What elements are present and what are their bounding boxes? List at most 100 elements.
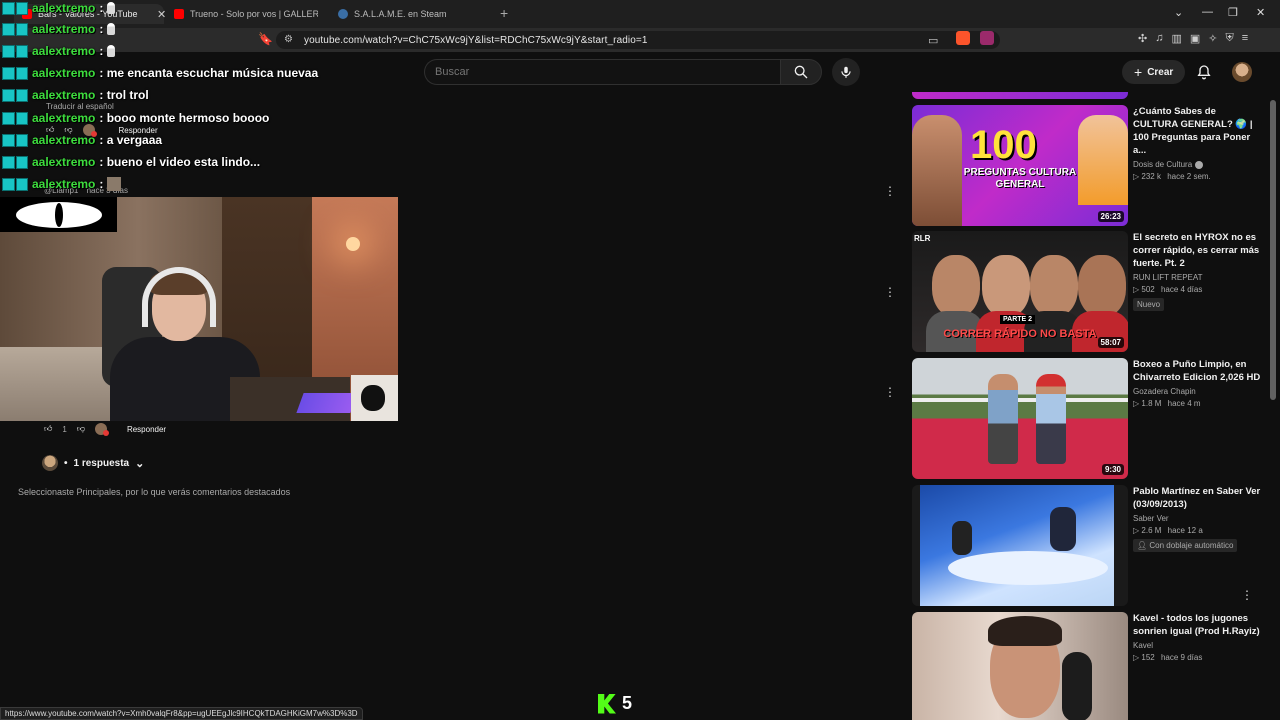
chat-username: aalextremo: [32, 22, 96, 36]
chat-badge-icon: [2, 66, 28, 80]
chat-badge-icon: [2, 1, 28, 15]
chat-text: : me encanta escuchar música nuevaa: [99, 66, 319, 80]
chat-text: : trol trol: [99, 88, 149, 102]
chat-text: : bueno el video esta lindo...: [99, 155, 261, 169]
dubbing-person-icon: 👤︎: [1137, 541, 1148, 550]
site-info-icon[interactable]: ⚙: [284, 34, 293, 45]
video-thumbnail[interactable]: 9:30: [912, 358, 1128, 479]
recommendation-item[interactable]: Pablo Martínez en Saber Ver (03/09/2013)…: [912, 485, 1267, 606]
thumbnail-face: [1078, 255, 1126, 317]
search-input[interactable]: [425, 60, 780, 84]
video-thumbnail[interactable]: [912, 612, 1128, 720]
recommendation-item[interactable]: RLR PARTE 2 CORRER RÁPIDO NO BASTA 58:07…: [912, 231, 1267, 352]
minimize-icon[interactable]: —: [1202, 6, 1213, 18]
chat-username: aalextremo: [32, 44, 96, 58]
video-thumbnail[interactable]: RLR PARTE 2 CORRER RÁPIDO NO BASTA 58:07: [912, 231, 1128, 352]
reply-button[interactable]: Responder: [127, 425, 166, 434]
menu-icon[interactable]: ≡: [1242, 32, 1248, 45]
chat-emote-icon: [107, 45, 116, 57]
page-scrollbar[interactable]: [1270, 100, 1276, 400]
kick-viewer-counter: 5: [598, 693, 632, 714]
channel-name[interactable]: Gozadera Chapin: [1133, 387, 1196, 396]
account-avatar[interactable]: [1232, 62, 1252, 82]
tab-search-chevron-icon[interactable]: ⌄: [1174, 6, 1183, 19]
browser-tab-bar: Bars - Valores - YouTube ✕ Trueno - Solo…: [0, 0, 1280, 28]
auto-dub-badge: 👤︎ Con doblaje automático: [1133, 539, 1238, 552]
video-title[interactable]: Kavel - todos los jugones sonrien igual …: [1133, 612, 1261, 638]
eye-icon: [15, 201, 102, 228]
more-actions-icon[interactable]: ⋮: [1241, 588, 1253, 602]
video-title[interactable]: Pablo Martínez en Saber Ver (03/09/2013): [1133, 485, 1261, 511]
extensions-puzzle-icon[interactable]: ✣: [1138, 32, 1147, 45]
channel-row: RUN LIFT REPEAT: [1133, 273, 1261, 282]
close-window-icon[interactable]: ✕: [1256, 6, 1265, 19]
steam-favicon-icon: [338, 9, 348, 19]
video-title[interactable]: El secreto en HYROX no es correr rápido,…: [1133, 231, 1261, 270]
chat-text: : a vergaaa: [99, 133, 163, 147]
chat-username: aalextremo: [32, 88, 96, 102]
channel-name[interactable]: RUN LIFT REPEAT: [1133, 273, 1203, 282]
new-tab-plus-icon[interactable]: +: [500, 5, 508, 21]
recommendation-item[interactable]: 100 PREGUNTAS CULTURA GENERAL 26:23 ¿Cuá…: [912, 105, 1267, 226]
leo-ai-icon[interactable]: ✧: [1208, 32, 1217, 45]
tab-label: S.A.L.A.M.E. en Steam: [354, 9, 447, 19]
cast-icon[interactable]: ▭: [928, 34, 938, 47]
dislike-icon[interactable]: 👎︎: [77, 424, 85, 434]
sidebar-icon[interactable]: ▥: [1171, 32, 1181, 45]
video-title[interactable]: ¿Cuánto Sabes de CULTURA GENERAL? 🌍 | 10…: [1133, 105, 1261, 157]
chat-message: aalextremo :: [2, 43, 116, 59]
brave-rewards-icon[interactable]: [980, 31, 994, 45]
tab-trueno[interactable]: Trueno - Solo por vos | GALLERY SES: [166, 4, 326, 24]
vpn-icon[interactable]: ⛨: [1226, 32, 1234, 45]
voice-search-button[interactable]: [832, 58, 860, 86]
channel-name[interactable]: Dosis de Cultura: [1133, 160, 1192, 169]
comment-more-icon[interactable]: ⋮: [884, 185, 896, 197]
like-icon[interactable]: 👍︎: [44, 424, 52, 434]
tab-steam[interactable]: S.A.L.A.M.E. en Steam: [330, 4, 490, 24]
plus-icon: +: [1134, 64, 1143, 80]
video-thumbnail[interactable]: [912, 485, 1128, 606]
chat-text: :: [99, 22, 104, 36]
tab-label: Trueno - Solo por vos | GALLERY SES: [190, 9, 318, 19]
omnibox[interactable]: ⚙ youtube.com/watch?v=ChC75xWc9jY&list=R…: [276, 31, 1000, 49]
chat-badge-icon: [2, 177, 28, 191]
search-box[interactable]: [424, 59, 780, 85]
notifications-bell-icon[interactable]: [1196, 64, 1212, 80]
auto-dub-label: Con doblaje automático: [1149, 541, 1234, 550]
brave-shields-icon[interactable]: [956, 31, 970, 45]
channel-row: Gozadera Chapin: [1133, 387, 1261, 396]
comment-more-icon[interactable]: ⋮: [884, 386, 896, 398]
video-thumbnail[interactable]: 100 PREGUNTAS CULTURA GENERAL 26:23: [912, 105, 1128, 226]
create-button[interactable]: + Crear: [1122, 60, 1186, 84]
channel-name[interactable]: Saber Ver: [1133, 514, 1169, 523]
microphone-icon: [1062, 652, 1092, 720]
close-tab-icon[interactable]: ✕: [157, 8, 166, 21]
play-icon: ▷: [1133, 526, 1140, 535]
youtube-favicon-icon: [174, 9, 184, 19]
thumbnail-table: [948, 551, 1108, 585]
reply-avatar: [42, 455, 58, 471]
video-title[interactable]: Boxeo a Puño Limpio, en Chivarreto Edici…: [1133, 358, 1261, 384]
search-button[interactable]: [780, 59, 822, 85]
replies-label: 1 respuesta: [73, 457, 130, 469]
media-controls-icon[interactable]: ♫: [1155, 32, 1163, 45]
play-icon: ▷: [1133, 399, 1140, 408]
view-count: 502: [1141, 285, 1155, 294]
restore-icon[interactable]: ❐: [1228, 6, 1238, 19]
chat-message: aalextremo : a vergaaa: [2, 132, 162, 148]
comment-more-icon[interactable]: ⋮: [884, 286, 896, 298]
new-badge: Nuevo: [1133, 298, 1165, 311]
channel-name[interactable]: Kavel: [1133, 641, 1153, 650]
view-count: 152: [1141, 653, 1155, 662]
thumbnail-fighter: [988, 374, 1018, 464]
cat-sticker: [351, 375, 398, 421]
recommendation-item[interactable]: 9:30 Boxeo a Puño Limpio, en Chivarreto …: [912, 358, 1267, 479]
chat-text: : booo monte hermoso boooo: [99, 111, 270, 125]
chat-text: :: [99, 177, 104, 191]
chat-text: :: [99, 44, 104, 58]
replies-toggle[interactable]: • 1 respuesta ⌄: [42, 455, 144, 471]
recommendation-item[interactable]: Kavel - todos los jugones sonrien igual …: [912, 612, 1267, 720]
wallet-icon[interactable]: ▣: [1190, 32, 1200, 45]
bookmark-icon[interactable]: 🔖: [258, 32, 273, 46]
chat-username: aalextremo: [32, 133, 96, 147]
